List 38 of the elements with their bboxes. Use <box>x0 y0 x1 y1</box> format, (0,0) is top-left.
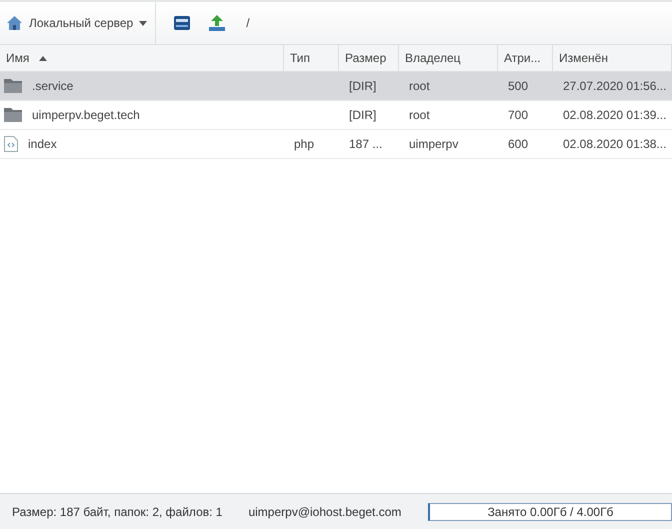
table-cell: uimperpv <box>409 137 458 151</box>
table-cell: [DIR] <box>349 108 376 122</box>
table-cell: root <box>409 108 430 122</box>
table-cell: index <box>28 137 57 151</box>
caret-icon <box>139 20 148 26</box>
table-cell: uimperpv.beget.tech <box>32 108 140 122</box>
table-cell: 02.08.2020 01:39... <box>563 108 666 122</box>
table-cell: 500 <box>508 79 528 93</box>
sort-up-icon <box>39 56 48 60</box>
file-row[interactable]: index php 187 ... uimperpv 600 02.08.2020 01:38... <box>0 130 672 159</box>
folder-icon <box>4 108 22 122</box>
drive-icon[interactable] <box>174 14 190 32</box>
column-header[interactable]: Имя <box>0 45 284 71</box>
column-header[interactable]: Размер <box>339 45 399 71</box>
column-header[interactable]: Тип <box>284 45 339 71</box>
server-dropdown[interactable]: Локальный сервер <box>0 2 156 44</box>
quota-label: Занято 0.00Гб / 4.00Гб <box>488 504 614 518</box>
table-cell: 02.08.2020 01:38... <box>563 137 666 151</box>
path-text: / <box>246 16 250 30</box>
column-header[interactable]: Атри... <box>498 45 553 71</box>
file-row[interactable]: uimperpv.beget.tech [DIR] root 700 02.08.2020 01:39... <box>0 101 672 130</box>
column-header[interactable]: Владелец <box>399 45 498 71</box>
status-summary: Размер: 187 байт, папок: 2, файлов: 1 <box>12 504 222 518</box>
upload-icon[interactable] <box>208 14 226 32</box>
table-cell: 187 ... <box>349 137 382 151</box>
table-cell: .service <box>32 79 74 93</box>
table-cell: 600 <box>508 137 528 151</box>
table-cell: [DIR] <box>349 79 376 93</box>
table-cell: php <box>294 137 314 151</box>
file-row[interactable]: .service [DIR] root 500 27.07.2020 01:56... <box>0 72 672 101</box>
code-file-icon <box>4 136 18 152</box>
table-cell: root <box>409 79 430 93</box>
folder-icon <box>4 79 22 93</box>
table-cell: 700 <box>508 108 528 122</box>
column-header[interactable]: Изменён <box>553 45 672 71</box>
account-text: uimperpv@iohost.beget.com <box>248 504 402 518</box>
table-cell: 27.07.2020 01:56... <box>563 79 666 93</box>
home-icon <box>6 15 23 31</box>
